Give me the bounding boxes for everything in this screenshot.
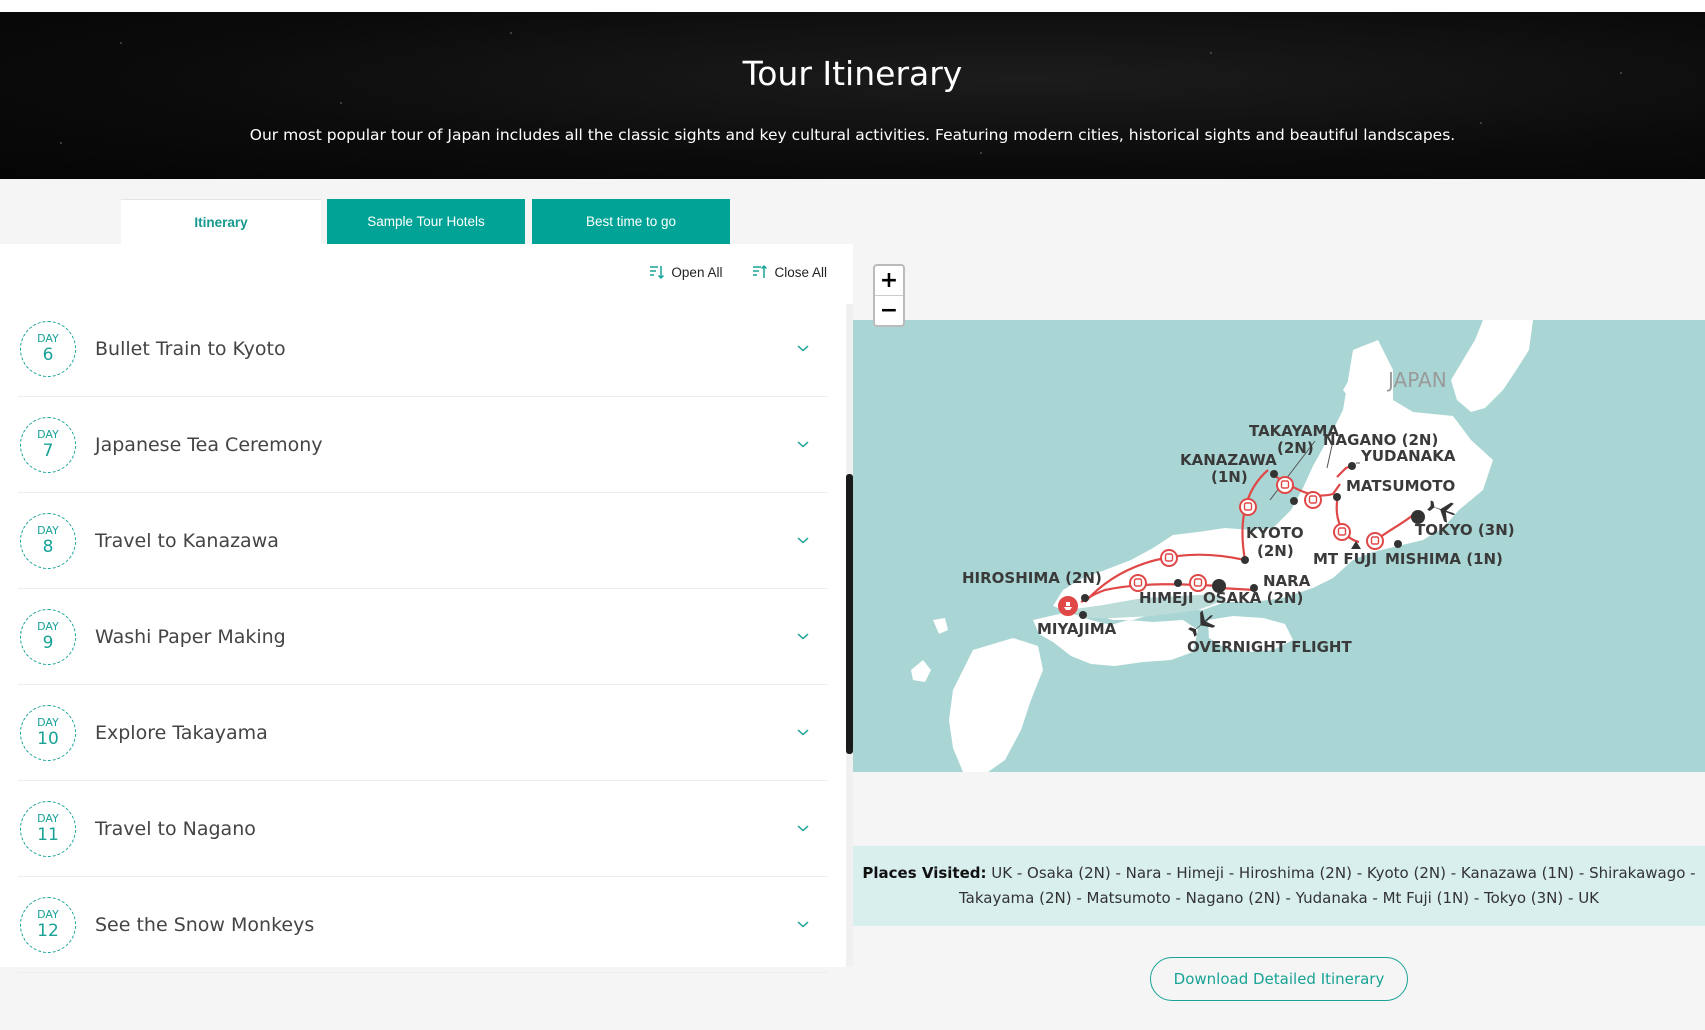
route-map[interactable]: JAPAN TAKAYAMA (2N) NAGANO (2N) YUDANAKA… <box>853 320 1705 772</box>
hero-banner: Tour Itinerary Our most popular tour of … <box>0 12 1705 179</box>
day-badge: DAY 7 <box>20 416 76 473</box>
day-badge: DAY 10 <box>20 704 76 761</box>
map-label-kanazawa: KANAZAWA <box>1180 451 1277 469</box>
map-zoom-control: + − <box>873 264 905 327</box>
day-row[interactable]: DAY 6 Bullet Train to Kyoto <box>18 301 828 397</box>
day-badge: DAY 8 <box>20 512 76 569</box>
zoom-in-button[interactable]: + <box>875 266 903 295</box>
tab-sample-tour-hotels[interactable]: Sample Tour Hotels <box>327 199 525 244</box>
day-badge: DAY 12 <box>20 896 76 953</box>
page-subtitle: Our most popular tour of Japan includes … <box>249 126 1456 144</box>
map-label-kyoto: KYOTO <box>1246 524 1304 542</box>
places-visited-text-2: Takayama (2N) - Matsumoto - Nagano (2N) … <box>958 889 1600 907</box>
train-marker-icon <box>1304 491 1322 509</box>
day-title: Travel to Nagano <box>95 817 256 840</box>
chevron-down-icon <box>797 345 809 352</box>
day-row[interactable]: DAY 8 Travel to Kanazawa <box>18 493 828 589</box>
open-all-button[interactable]: Open All <box>649 264 722 280</box>
day-title: Explore Takayama <box>95 721 268 744</box>
itinerary-panel: Open All Close All DAY 6 Bullet Train to … <box>0 244 853 973</box>
scrollbar-track[interactable] <box>846 304 853 967</box>
day-list: DAY 6 Bullet Train to Kyoto DAY 7 Japanese… <box>18 301 828 973</box>
page-title: Tour Itinerary <box>742 54 963 93</box>
train-marker-icon <box>1366 532 1384 550</box>
tab-bar: Itinerary Sample Tour Hotels Best time t… <box>121 199 730 244</box>
chevron-down-icon <box>797 441 809 448</box>
map-label-overnight-flight: OVERNIGHT FLIGHT <box>1187 638 1352 656</box>
day-title: Washi Paper Making <box>95 625 286 648</box>
country-label: JAPAN <box>1386 368 1447 392</box>
map-label-hiroshima: HIROSHIMA (2N) <box>962 569 1102 587</box>
train-marker-icon <box>1276 476 1294 494</box>
top-strip <box>0 0 1705 12</box>
day-title: See the Snow Monkeys <box>95 913 315 936</box>
japan-map-svg: JAPAN TAKAYAMA (2N) NAGANO (2N) YUDANAKA… <box>911 320 1533 772</box>
places-visited-line-1: Places Visited: UK - Osaka (2N) - Nara -… <box>853 861 1705 886</box>
places-visited: Places Visited: UK - Osaka (2N) - Nara -… <box>853 846 1705 926</box>
close-all-label: Close All <box>774 264 827 280</box>
train-marker-icon <box>1333 523 1351 541</box>
map-label-mtfuji: MT FUJI <box>1313 550 1377 568</box>
day-row[interactable]: DAY 10 Explore Takayama <box>18 685 828 781</box>
map-label-himeji: HIMEJI <box>1139 589 1193 607</box>
map-label-tokyo: TOKYO (3N) <box>1415 521 1515 539</box>
day-title: Japanese Tea Ceremony <box>95 433 323 456</box>
day-badge: DAY 11 <box>20 800 76 857</box>
map-label-matsumoto: MATSUMOTO <box>1346 477 1455 495</box>
map-label-takayama-nights: (2N) <box>1277 439 1314 457</box>
chevron-down-icon <box>797 729 809 736</box>
close-all-button[interactable]: Close All <box>752 264 827 280</box>
places-visited-text-1: UK - Osaka (2N) - Nara - Himeji - Hirosh… <box>991 864 1696 882</box>
scrollbar-thumb[interactable] <box>846 474 853 754</box>
places-visited-label: Places Visited: <box>862 864 987 882</box>
tab-best-time-to-go[interactable]: Best time to go <box>532 199 730 244</box>
tab-itinerary[interactable]: Itinerary <box>121 199 321 244</box>
day-title: Bullet Train to Kyoto <box>95 337 286 360</box>
accordion-controls: Open All Close All <box>649 264 827 280</box>
map-label-nara: NARA <box>1263 572 1311 590</box>
chevron-down-icon <box>797 633 809 640</box>
day-row[interactable]: DAY 12 See the Snow Monkeys <box>18 877 828 973</box>
day-row[interactable]: DAY 7 Japanese Tea Ceremony <box>18 397 828 493</box>
chevron-down-icon <box>797 921 809 928</box>
day-row[interactable]: DAY 11 Travel to Nagano <box>18 781 828 877</box>
day-title: Travel to Kanazawa <box>95 529 279 552</box>
sort-up-icon <box>753 264 768 278</box>
train-marker-icon <box>1160 549 1178 567</box>
map-label-yudanaka: YUDANAKA <box>1360 447 1456 465</box>
sort-down-icon <box>650 266 665 280</box>
map-label-mishima: MISHIMA (1N) <box>1385 550 1503 568</box>
day-badge: DAY 9 <box>20 608 76 665</box>
day-badge: DAY 6 <box>20 320 76 377</box>
map-label-kanazawa-nights: (1N) <box>1211 468 1248 486</box>
ferry-marker-icon <box>1058 596 1078 616</box>
open-all-label: Open All <box>671 264 723 280</box>
download-itinerary-button[interactable]: Download Detailed Itinerary <box>1150 957 1408 1001</box>
map-label-osaka: OSAKA (2N) <box>1203 589 1303 607</box>
train-marker-icon <box>1239 498 1257 516</box>
chevron-down-icon <box>797 537 809 544</box>
map-label-miyajima: MIYAJIMA <box>1037 620 1117 638</box>
zoom-out-button[interactable]: − <box>875 295 903 324</box>
map-label-kyoto-nights: (2N) <box>1257 542 1294 560</box>
chevron-down-icon <box>797 825 809 832</box>
day-row[interactable]: DAY 9 Washi Paper Making <box>18 589 828 685</box>
